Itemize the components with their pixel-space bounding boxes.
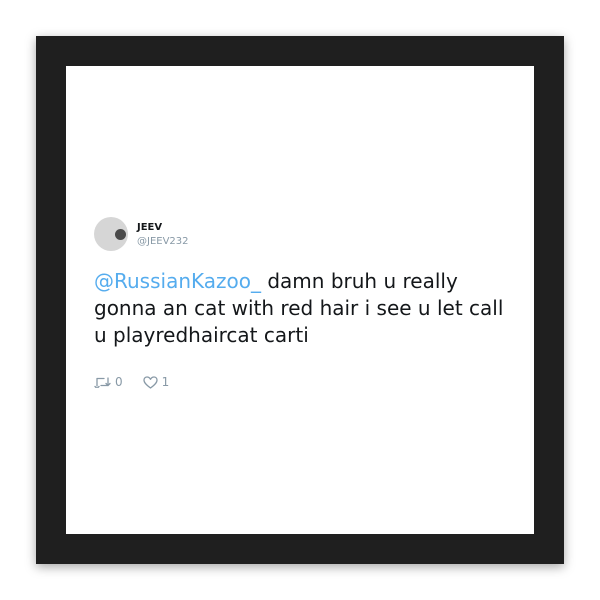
tweet-actions: 0 1 [94,375,514,389]
retweet-button[interactable]: 0 [94,375,123,389]
heart-icon [142,375,158,389]
retweet-icon [94,376,111,388]
mention-link[interactable]: @RussianKazoo_ [94,269,261,293]
user-handle[interactable]: @JEEV232 [137,235,189,248]
like-button[interactable]: 1 [142,375,170,389]
avatar[interactable] [94,217,128,251]
tweet-text: @RussianKazoo_ damn bruh u really gonna … [94,268,514,349]
frame-mat: JEEV @JEEV232 @RussianKazoo_ damn bruh u… [66,66,534,534]
retweet-count: 0 [115,375,123,389]
picture-frame: JEEV @JEEV232 @RussianKazoo_ damn bruh u… [36,36,564,564]
user-names: JEEV @JEEV232 [137,221,189,248]
tweet-card: JEEV @JEEV232 @RussianKazoo_ damn bruh u… [94,214,514,389]
avatar-dot [115,229,126,240]
tweet-header: JEEV @JEEV232 [94,214,514,254]
display-name[interactable]: JEEV [137,221,189,234]
like-count: 1 [161,375,170,389]
